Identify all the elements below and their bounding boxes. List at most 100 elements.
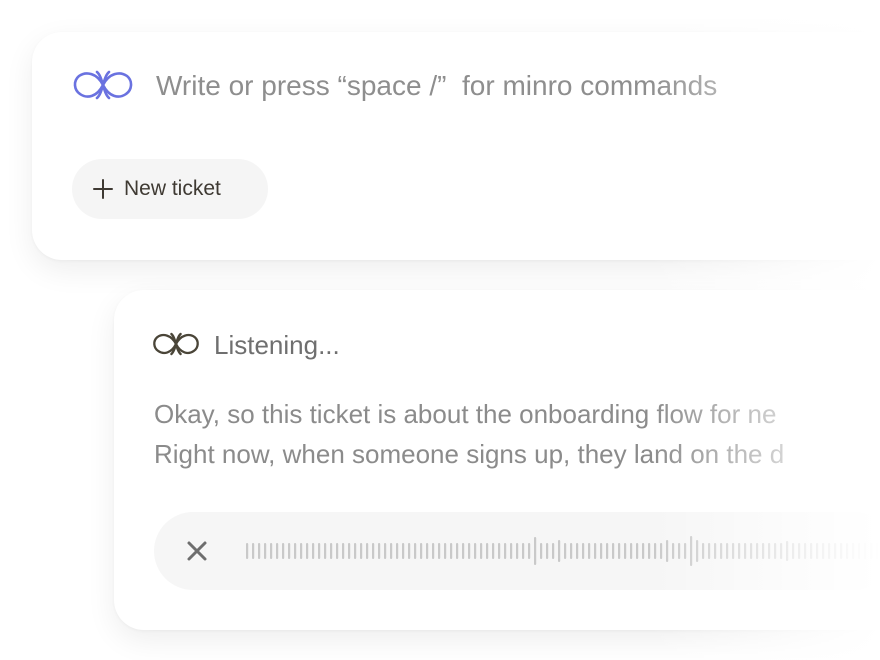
- waveform-bar: [720, 543, 723, 559]
- waveform-bar: [816, 543, 819, 559]
- waveform-bar: [744, 543, 747, 559]
- waveform-bar: [750, 543, 753, 559]
- waveform-bar: [648, 543, 651, 559]
- waveform-bar: [576, 543, 579, 559]
- waveform-bar: [396, 543, 399, 559]
- waveform-bar: [318, 543, 321, 559]
- app-stage: New ticket Listening... Okay, so this ti…: [0, 0, 880, 660]
- waveform-bar: [402, 543, 405, 559]
- waveform-bar: [246, 543, 249, 559]
- waveform-bar: [390, 543, 393, 559]
- waveform-bar: [660, 543, 663, 559]
- waveform-bar: [450, 543, 453, 559]
- waveform-bar: [618, 543, 621, 559]
- listening-status: Listening...: [214, 330, 340, 360]
- waveform-bar: [822, 543, 825, 559]
- waveform-bar: [864, 543, 867, 559]
- waveform-bar: [774, 543, 777, 559]
- waveform-bar: [756, 543, 759, 559]
- listening-card: Listening... Okay, so this ticket is abo…: [114, 290, 880, 630]
- waveform-bar: [624, 543, 627, 559]
- waveform-bar: [294, 543, 297, 559]
- waveform-bar: [420, 543, 423, 559]
- waveform-bar: [702, 543, 705, 559]
- waveform-bar: [468, 543, 471, 559]
- command-input[interactable]: [156, 66, 876, 106]
- audio-waveform: [246, 536, 879, 566]
- waveform-bar: [498, 543, 501, 559]
- waveform-bar: [342, 543, 345, 559]
- waveform-bar: [570, 543, 573, 559]
- waveform-bar: [288, 543, 291, 559]
- waveform-bar: [354, 543, 357, 559]
- waveform-bar: [558, 540, 561, 562]
- waveform-bar: [804, 543, 807, 559]
- waveform-bar: [594, 543, 597, 559]
- waveform-bar: [708, 543, 711, 559]
- waveform-bar: [306, 543, 309, 559]
- waveform-bar: [552, 543, 555, 559]
- waveform-bar: [486, 543, 489, 559]
- waveform-bar: [666, 540, 669, 562]
- waveform-bar: [492, 543, 495, 559]
- waveform-bar: [372, 543, 375, 559]
- waveform-bar: [876, 543, 879, 559]
- waveform-bar: [282, 543, 285, 559]
- waveform-bar: [360, 543, 363, 559]
- waveform-bar: [690, 536, 693, 566]
- waveform-bar: [870, 543, 873, 559]
- waveform-bar: [546, 543, 549, 559]
- waveform-bar: [432, 543, 435, 559]
- waveform-bar: [840, 543, 843, 559]
- waveform-bar: [852, 543, 855, 559]
- waveform-bar: [600, 543, 603, 559]
- waveform-bar: [654, 543, 657, 559]
- waveform-bar: [762, 543, 765, 559]
- transcript-line: Right now, when someone signs up, they l…: [154, 439, 785, 469]
- waveform-bar: [582, 543, 585, 559]
- new-ticket-button[interactable]: New ticket: [72, 159, 268, 219]
- infinity-logo-icon: [153, 332, 199, 356]
- waveform-bar: [714, 543, 717, 559]
- waveform-bar: [534, 537, 537, 565]
- waveform-bar: [732, 543, 735, 559]
- waveform-bar: [684, 543, 687, 559]
- waveform-bar: [330, 543, 333, 559]
- composer-card: New ticket: [32, 32, 880, 260]
- waveform-bar: [564, 543, 567, 559]
- waveform-bar: [426, 543, 429, 559]
- waveform-bar: [348, 543, 351, 559]
- waveform-bar: [474, 543, 477, 559]
- waveform-bar: [810, 543, 813, 559]
- plus-icon: [93, 179, 113, 199]
- waveform-bar: [504, 543, 507, 559]
- infinity-logo-icon: [73, 70, 133, 100]
- close-icon[interactable]: [182, 536, 212, 566]
- waveform-bar: [798, 543, 801, 559]
- waveform-bar: [378, 543, 381, 559]
- waveform-bar: [528, 543, 531, 559]
- waveform-bar: [588, 543, 591, 559]
- waveform-bar: [264, 543, 267, 559]
- transcript-line: Okay, so this ticket is about the onboar…: [154, 399, 777, 429]
- waveform-bar: [780, 543, 783, 559]
- waveform-bar: [828, 543, 831, 559]
- waveform-bar: [612, 543, 615, 559]
- waveform-bar: [522, 543, 525, 559]
- waveform-bar: [834, 543, 837, 559]
- voice-recorder-bar: [154, 512, 880, 590]
- waveform-bar: [516, 543, 519, 559]
- new-ticket-label: New ticket: [124, 177, 221, 200]
- waveform-bar: [726, 543, 729, 559]
- waveform-bar: [384, 543, 387, 559]
- waveform-bar: [606, 543, 609, 559]
- waveform-bar: [336, 543, 339, 559]
- waveform-bar: [456, 543, 459, 559]
- waveform-bar: [462, 543, 465, 559]
- waveform-bar: [480, 543, 483, 559]
- waveform-bar: [300, 543, 303, 559]
- waveform-bar: [444, 543, 447, 559]
- waveform-bar: [768, 543, 771, 559]
- waveform-bar: [258, 543, 261, 559]
- transcript-text: Okay, so this ticket is about the onboar…: [154, 394, 880, 474]
